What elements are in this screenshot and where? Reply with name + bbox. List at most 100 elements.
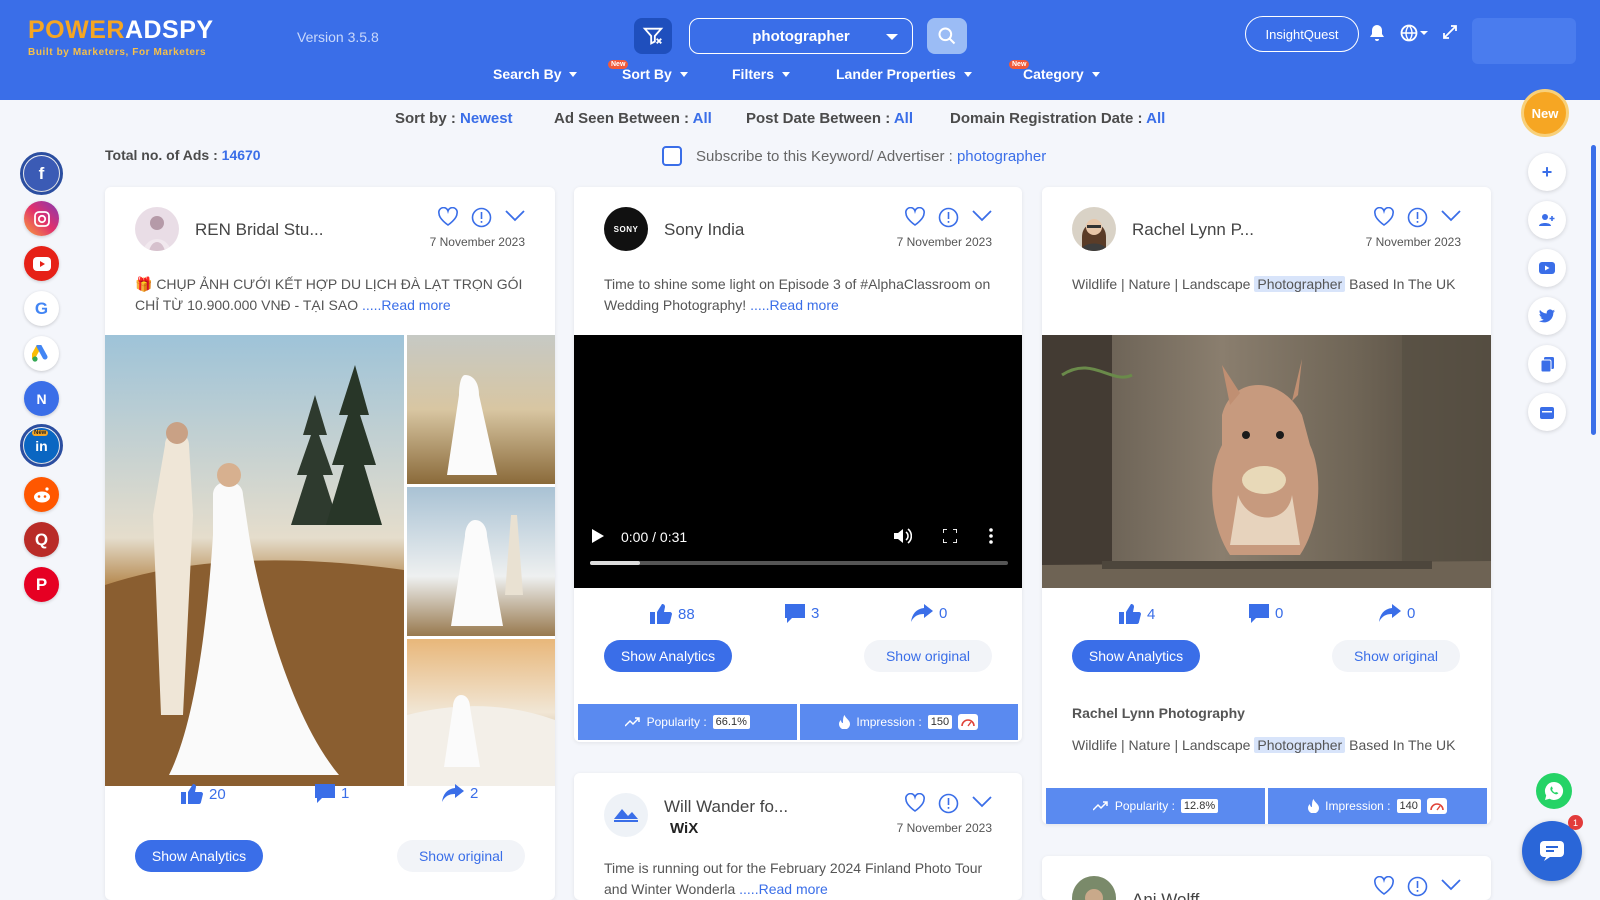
info-icon[interactable] — [1407, 876, 1428, 897]
info-icon[interactable] — [471, 207, 492, 228]
instagram-icon[interactable] — [24, 201, 59, 236]
avatar[interactable]: SONY — [604, 207, 648, 251]
fullscreen-icon[interactable] — [943, 529, 957, 543]
reddit-icon[interactable] — [24, 477, 59, 512]
info-icon[interactable] — [1407, 207, 1428, 228]
play-icon[interactable] — [592, 529, 604, 543]
calendar-icon[interactable] — [1528, 393, 1566, 431]
read-more-link[interactable]: .....Read more — [750, 297, 839, 313]
domain-registration-summary[interactable]: Domain Registration Date : All — [950, 110, 1165, 127]
twitter-icon[interactable] — [1528, 297, 1566, 335]
show-analytics-button[interactable]: Show Analytics — [604, 640, 732, 672]
comments-stat[interactable]: 0 — [1249, 604, 1283, 623]
avatar[interactable] — [604, 793, 648, 837]
nav-search-by[interactable]: Search By — [493, 66, 578, 82]
avatar[interactable] — [135, 207, 179, 251]
youtube-icon[interactable] — [24, 246, 59, 281]
read-more-link[interactable]: .....Read more — [739, 881, 828, 897]
nav-search-by-label: Search By — [493, 66, 562, 82]
advertiser-name[interactable]: Ani Wolff — [1132, 890, 1199, 900]
advertiser-name[interactable]: Will Wander fo... — [664, 797, 788, 817]
ad-image[interactable] — [1042, 335, 1491, 588]
total-ads-label: Total no. of Ads : — [105, 147, 218, 163]
shares-stat[interactable]: 0 — [1379, 604, 1415, 622]
info-icon[interactable] — [938, 793, 959, 814]
heart-icon[interactable] — [437, 207, 459, 227]
ad-seen-summary[interactable]: Ad Seen Between : All — [554, 110, 712, 127]
chevron-down-icon[interactable] — [1441, 210, 1461, 222]
ad-metrics-bar: Popularity : 12.8% Impression : 140 — [1046, 788, 1487, 824]
chevron-down-icon[interactable] — [1441, 879, 1461, 891]
show-original-button[interactable]: Show original — [864, 640, 992, 672]
show-original-button[interactable]: Show original — [1332, 640, 1460, 672]
heart-icon[interactable] — [904, 207, 926, 227]
nav-lander-properties[interactable]: Lander Properties — [836, 66, 972, 82]
comments-stat[interactable]: 1 — [315, 784, 349, 803]
chevron-down-icon[interactable] — [505, 210, 525, 222]
ad-image-collage[interactable] — [105, 335, 555, 786]
add-user-icon[interactable] — [1528, 201, 1566, 239]
show-analytics-button[interactable]: Show Analytics — [135, 840, 263, 872]
read-more-link[interactable]: .....Read more — [362, 297, 451, 313]
popularity-value: 12.8% — [1180, 799, 1219, 813]
likes-stat[interactable]: 88 — [650, 604, 695, 624]
likes-stat[interactable]: 4 — [1119, 604, 1155, 624]
fullscreen-expand-icon[interactable] — [1442, 24, 1458, 45]
volume-icon[interactable] — [894, 528, 912, 544]
advertiser-name[interactable]: Sony India — [664, 220, 744, 240]
native-icon[interactable]: N — [24, 381, 59, 416]
google-ads-icon[interactable] — [24, 336, 59, 371]
youtube-rail-icon[interactable] — [1528, 249, 1566, 287]
post-date-summary[interactable]: Post Date Between : All — [746, 110, 913, 127]
show-original-button[interactable]: Show original — [397, 840, 525, 872]
more-options-icon[interactable] — [989, 528, 993, 544]
advertiser-name[interactable]: REN Bridal Stu... — [195, 220, 324, 240]
comment-icon — [315, 784, 335, 803]
notification-bell-icon[interactable] — [1369, 24, 1385, 47]
chevron-down-icon[interactable] — [972, 210, 992, 222]
sort-summary-bar: Sort by : Newest Ad Seen Between : All P… — [0, 110, 1600, 132]
page-scrollbar[interactable] — [1591, 145, 1596, 435]
heart-icon[interactable] — [1373, 207, 1395, 227]
google-icon[interactable]: G — [24, 291, 59, 326]
logo[interactable]: POWERADSPY Built by Marketers, For Marke… — [28, 16, 214, 58]
sort-by-summary[interactable]: Sort by : Newest — [395, 110, 513, 127]
pinterest-icon[interactable]: P — [24, 567, 59, 602]
whatsapp-icon[interactable] — [1536, 773, 1572, 809]
nav-sort-by[interactable]: New Sort By — [608, 60, 688, 82]
add-icon[interactable]: + — [1528, 153, 1566, 191]
show-analytics-button[interactable]: Show Analytics — [1072, 640, 1200, 672]
subscribe-keyword[interactable]: photographer — [957, 148, 1046, 165]
avatar[interactable] — [1072, 876, 1116, 900]
nav-filters[interactable]: Filters — [732, 66, 791, 82]
copy-document-icon[interactable] — [1528, 345, 1566, 383]
shares-stat[interactable]: 2 — [442, 784, 478, 802]
advertiser-name[interactable]: Rachel Lynn P... — [1132, 220, 1254, 240]
chat-support-button[interactable] — [1522, 821, 1582, 881]
linkedin-new-badge: New — [32, 430, 49, 436]
language-globe-icon[interactable] — [1400, 24, 1430, 47]
ad-video-player[interactable]: 0:00 / 0:31 — [574, 335, 1022, 588]
search-keyword-select[interactable]: photographer — [689, 18, 913, 54]
video-progress-track[interactable] — [590, 561, 1008, 565]
likes-stat[interactable]: 20 — [181, 784, 226, 804]
info-icon[interactable] — [938, 207, 959, 228]
chevron-down-icon[interactable] — [972, 796, 992, 808]
shares-stat[interactable]: 0 — [911, 604, 947, 622]
search-button[interactable] — [927, 18, 967, 54]
linkedin-icon[interactable]: in New — [20, 424, 63, 467]
profile-area[interactable] — [1472, 18, 1576, 64]
avatar[interactable] — [1072, 207, 1116, 251]
nav-category[interactable]: New Category — [1009, 60, 1100, 82]
subscribe-checkbox[interactable] — [662, 146, 682, 166]
likes-count: 88 — [678, 605, 695, 623]
comments-stat[interactable]: 3 — [785, 604, 819, 623]
clear-filter-button[interactable] — [634, 18, 672, 54]
facebook-icon[interactable]: f — [20, 152, 63, 195]
heart-icon[interactable] — [1373, 876, 1395, 896]
insightquest-button[interactable]: InsightQuest — [1245, 16, 1359, 52]
ad-card-ani-wolff: Ani Wolff — [1042, 856, 1491, 900]
quora-icon[interactable]: Q — [24, 522, 59, 557]
new-feature-badge[interactable]: New — [1521, 89, 1569, 137]
heart-icon[interactable] — [904, 793, 926, 813]
